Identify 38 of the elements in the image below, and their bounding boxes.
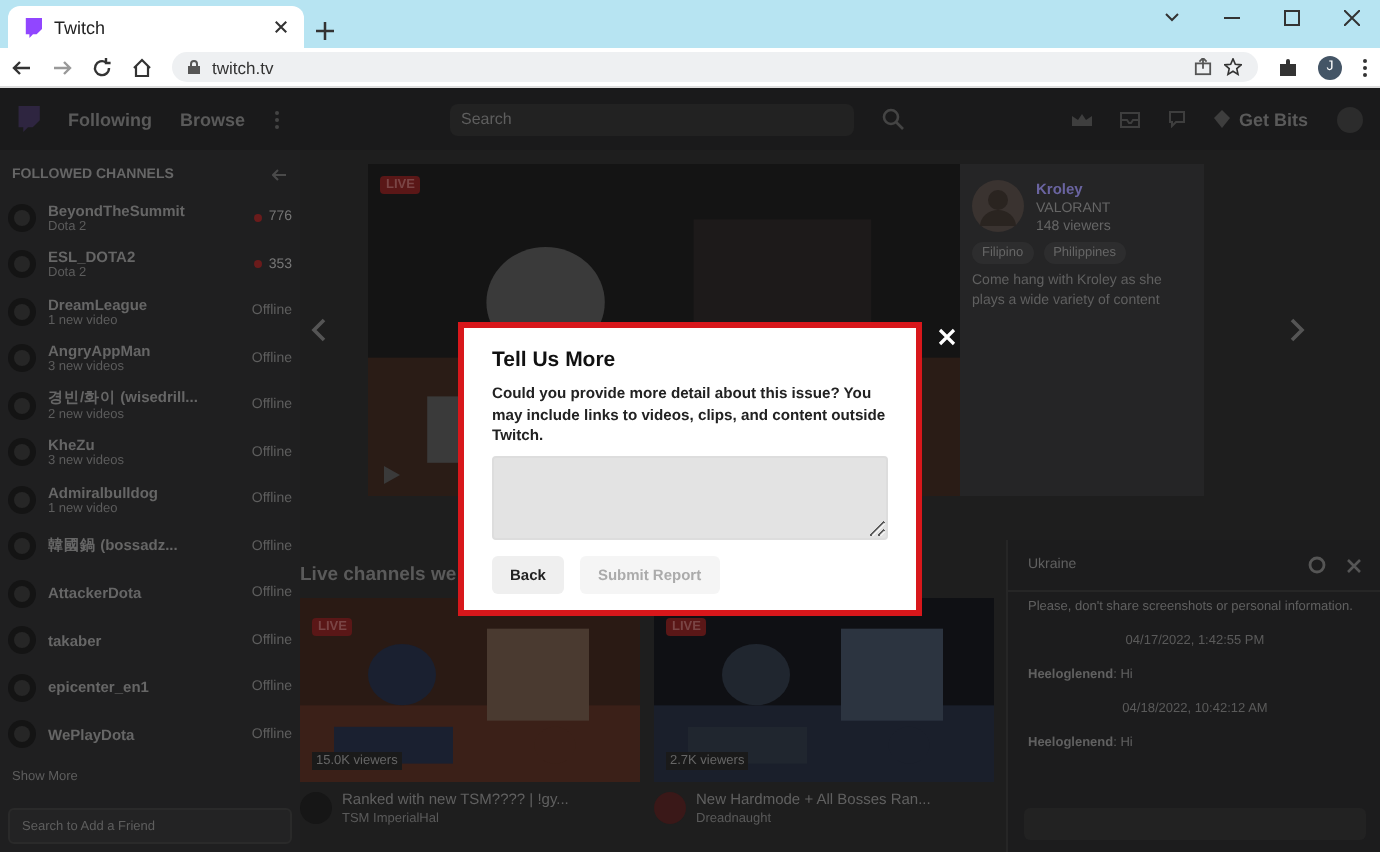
crown-icon[interactable] (1072, 111, 1093, 127)
address-bar[interactable]: twitch.tv (172, 52, 1258, 82)
star-icon[interactable] (1224, 58, 1242, 76)
maximize-icon[interactable] (1284, 10, 1300, 26)
dialog-title: Tell Us More (492, 348, 618, 372)
nav-link[interactable]: Following (68, 109, 152, 129)
search-field[interactable]: Search (449, 103, 853, 135)
reload-icon[interactable] (92, 57, 112, 77)
chat-bubble-icon[interactable] (1168, 110, 1187, 128)
gem-icon (1214, 110, 1231, 128)
twitch-logo-icon[interactable] (16, 106, 40, 132)
share-icon[interactable] (1194, 58, 1212, 76)
chevron-down-icon[interactable] (1164, 10, 1180, 26)
new-tab-icon[interactable] (316, 22, 334, 40)
details-field[interactable] (492, 455, 888, 540)
inbox-icon[interactable] (1120, 111, 1141, 127)
settings-icon[interactable] (1308, 556, 1326, 574)
section-title: Live channels we (300, 564, 457, 586)
nav-link[interactable]: Browse (180, 109, 246, 129)
search-icon[interactable] (881, 108, 903, 130)
home-icon[interactable] (132, 57, 152, 77)
close-icon[interactable] (1344, 10, 1360, 26)
forward-icon[interactable] (52, 57, 72, 77)
live-dot (254, 260, 263, 269)
get-bits-button[interactable]: Get Bits (1238, 109, 1308, 129)
back-icon[interactable] (12, 57, 32, 77)
tab-title: Twitch (54, 17, 106, 37)
url-text: twitch.tv (212, 57, 274, 77)
close-tab-icon[interactable] (274, 20, 288, 34)
collapse-icon[interactable] (272, 168, 288, 182)
more-icon[interactable] (1362, 57, 1368, 77)
browser-tab[interactable]: Twitch (8, 6, 304, 48)
channel-avatar-icon[interactable] (654, 792, 686, 824)
live-dot (254, 213, 263, 222)
lock-icon (188, 60, 200, 74)
twitch-logo-icon (24, 17, 42, 37)
puzzle-icon[interactable] (1278, 57, 1298, 77)
play-icon[interactable] (384, 466, 400, 484)
